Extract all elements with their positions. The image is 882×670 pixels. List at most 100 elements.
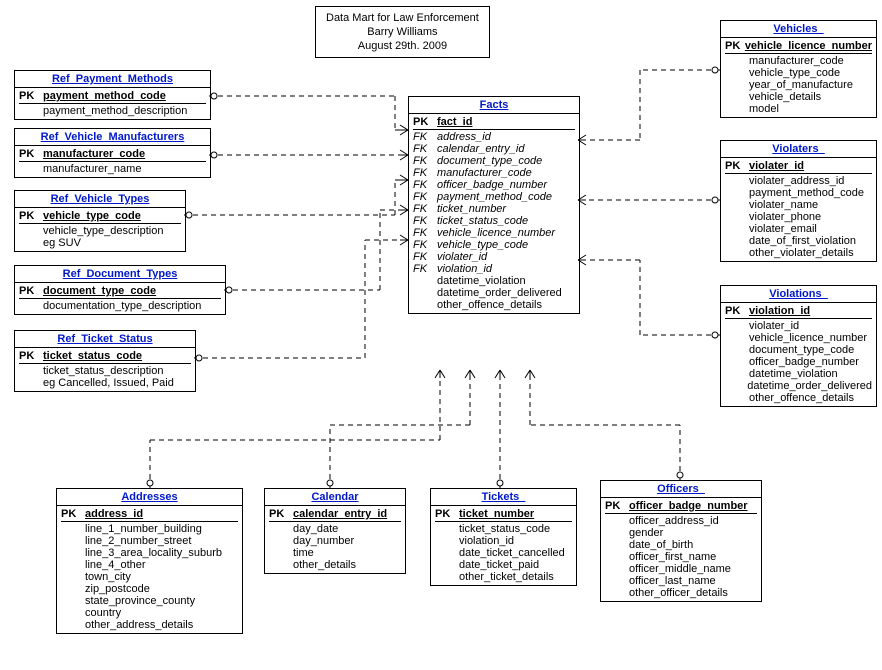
attr: ticket_status_code: [459, 523, 550, 535]
attr-row: FKpayment_method_code: [413, 191, 575, 203]
attr-row: zip_postcode: [61, 583, 238, 595]
pk: fact_id: [437, 116, 472, 128]
attr: payment_method_description: [43, 105, 187, 117]
entity-title: Facts: [409, 97, 579, 114]
attr: other_offence_details: [437, 299, 542, 311]
attr: time: [293, 547, 314, 559]
entity-title: Ref_Document_Types: [15, 266, 225, 283]
attr: calendar_entry_id: [437, 143, 524, 155]
attr-row: line_1_number_building: [61, 523, 238, 535]
entity-title: Addresses: [57, 489, 242, 506]
attr: date_of_birth: [629, 539, 693, 551]
entity-title: Ref_Vehicle_Manufacturers: [15, 129, 210, 146]
attr-row: FKvehicle_licence_number: [413, 227, 575, 239]
entity-violaters: Violaters_ PKviolater_idviolater_address…: [720, 140, 877, 262]
attr: datetime_order_delivered: [747, 380, 872, 392]
attr: manufacturer_name: [43, 163, 141, 175]
attr-row: time: [269, 547, 401, 559]
entity-title: Vehicles_: [721, 21, 876, 38]
attr-row: FKcalendar_entry_id: [413, 143, 575, 155]
attr-row: datetime_order_delivered: [413, 287, 575, 299]
rel-officers-facts: [525, 370, 683, 480]
attr: ticket_status_description: [43, 365, 163, 377]
rel-vehicles-facts: [578, 67, 720, 145]
attr: line_3_area_locality_suburb: [85, 547, 222, 559]
entity-title: Violaters_: [721, 141, 876, 158]
attr: ticket_status_code: [437, 215, 528, 227]
rel-doc-facts: [224, 205, 408, 293]
entity-tickets: Tickets_ PKticket_numberticket_status_co…: [430, 488, 577, 586]
attr: country: [85, 607, 121, 619]
attr-row: date_ticket_cancelled: [435, 547, 572, 559]
pk: vehicle_licence_number: [745, 40, 872, 52]
attr: violater_id: [749, 320, 799, 332]
attr: officer_address_id: [629, 515, 719, 527]
attr-row: officer_first_name: [605, 551, 757, 563]
attr-row: FKticket_status_code: [413, 215, 575, 227]
attr: datetime_order_delivered: [437, 287, 562, 299]
entity-title: Calendar: [265, 489, 405, 506]
attr-row: violater_phone: [725, 211, 872, 223]
pk: calendar_entry_id: [293, 508, 387, 520]
title-line-3: August 29th. 2009: [326, 39, 479, 53]
attr: day_number: [293, 535, 354, 547]
entity-title: Officers_: [601, 481, 761, 498]
attr-row: documentation_type_description: [19, 300, 221, 312]
attr: payment_method_code: [437, 191, 552, 203]
attr: violation_id: [437, 263, 492, 275]
attr: other_officer_details: [629, 587, 728, 599]
attr-row: FKofficer_badge_number: [413, 179, 575, 191]
attr-row: datetime_order_delivered: [725, 380, 872, 392]
attr: document_type_code: [437, 155, 542, 167]
attr-row: vehicle_details: [725, 91, 872, 103]
rel-mfr-facts: [209, 150, 408, 160]
attr-row: line_4_other: [61, 559, 238, 571]
pk: document_type_code: [43, 285, 156, 297]
pk: officer_badge_number: [629, 500, 748, 512]
attr-row: other_details: [269, 559, 401, 571]
attr: other_details: [293, 559, 356, 571]
attr: line_4_other: [85, 559, 146, 571]
attr: vehicle_type_code: [437, 239, 528, 251]
pk: payment_method_code: [43, 90, 166, 102]
rel-payment-facts: [209, 93, 408, 135]
attr-row: eg Cancelled, Issued, Paid: [19, 377, 191, 389]
entity-title: Tickets_: [431, 489, 576, 506]
attr: officer_last_name: [629, 575, 716, 587]
attr-row: officer_badge_number: [725, 356, 872, 368]
attr-row: year_of_manufacture: [725, 79, 872, 91]
attr-row: model: [725, 103, 872, 115]
attr: eg Cancelled, Issued, Paid: [43, 377, 174, 389]
attr-row: day_number: [269, 535, 401, 547]
attr-row: FKviolater_id: [413, 251, 575, 263]
attr-row: payment_method_description: [19, 105, 206, 117]
attr-row: date_ticket_paid: [435, 559, 572, 571]
attr-row: ticket_status_code: [435, 523, 572, 535]
attr: violater_id: [437, 251, 487, 263]
attr: vehicle_licence_number: [437, 227, 555, 239]
attr: day_date: [293, 523, 338, 535]
attr-row: vehicle_licence_number: [725, 332, 872, 344]
attr-row: officer_middle_name: [605, 563, 757, 575]
attr-row: other_ticket_details: [435, 571, 572, 583]
attr: vehicle_details: [749, 91, 821, 103]
entity-ref-doc: Ref_Document_Types PKdocument_type_coded…: [14, 265, 226, 315]
attr: state_province_county: [85, 595, 195, 607]
attr-row: FKaddress_id: [413, 131, 575, 143]
attr: gender: [629, 527, 663, 539]
entity-title: Ref_Vehicle_Types: [15, 191, 185, 208]
attr-row: date_of_first_violation: [725, 235, 872, 247]
attr-row: gender: [605, 527, 757, 539]
attr: datetime_violation: [437, 275, 526, 287]
attr-row: violater_address_id: [725, 175, 872, 187]
entity-title: Ref_Ticket_Status: [15, 331, 195, 348]
attr-row: FKmanufacturer_code: [413, 167, 575, 179]
entity-title: Violations_: [721, 286, 876, 303]
attr: other_ticket_details: [459, 571, 554, 583]
attr-row: day_date: [269, 523, 401, 535]
attr-row: line_3_area_locality_suburb: [61, 547, 238, 559]
attr: model: [749, 103, 779, 115]
entity-violations: Violations_ PKviolation_idviolater_idveh…: [720, 285, 877, 407]
attr-row: state_province_county: [61, 595, 238, 607]
attr: manufacturer_code: [437, 167, 532, 179]
